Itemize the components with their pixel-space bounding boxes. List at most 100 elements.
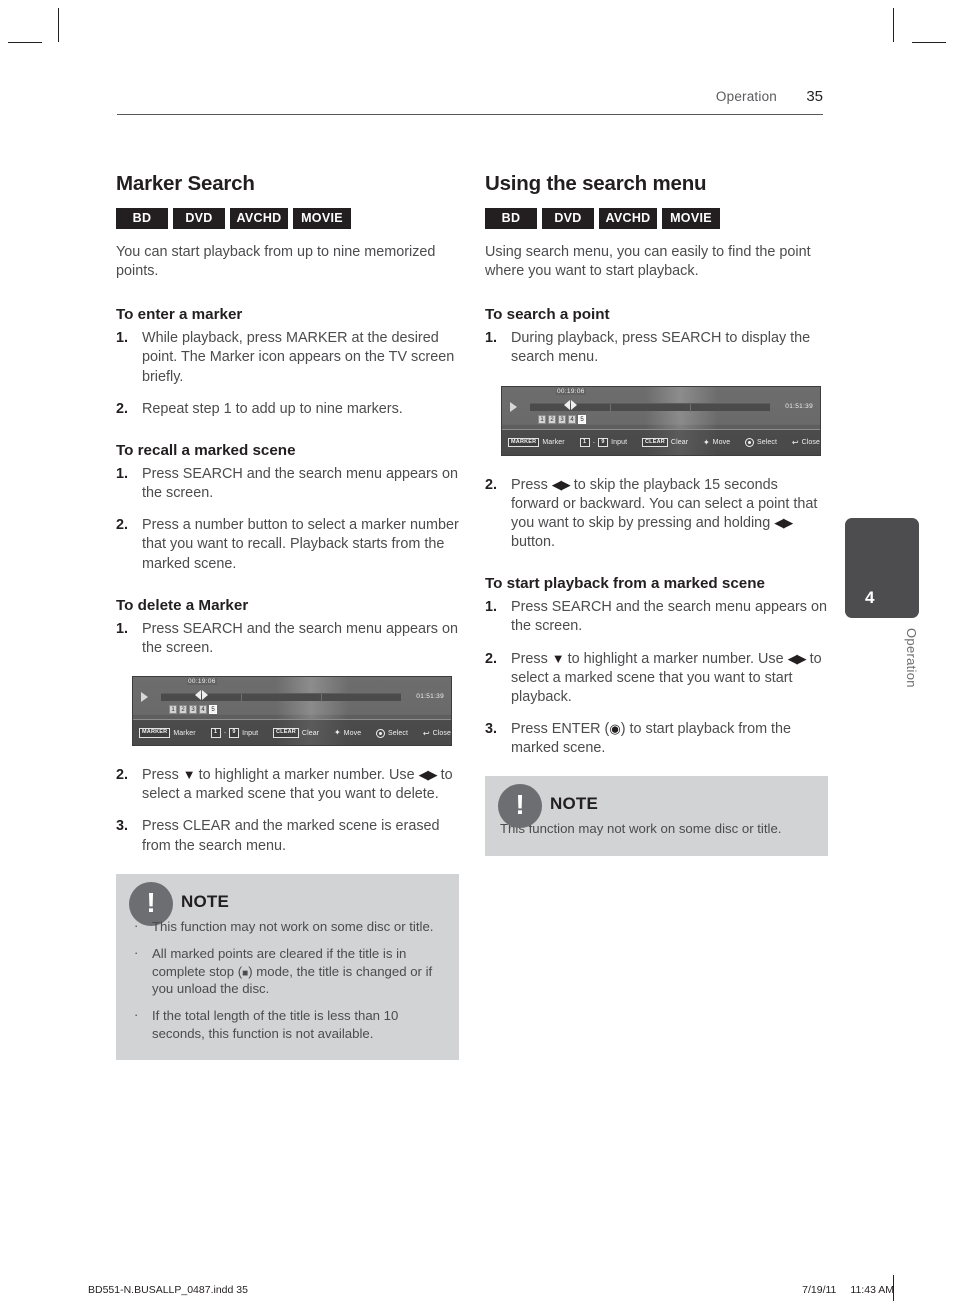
- search-menu-osd-figure-left: 00:19:06 01:51:39 1 2 3 4 5 MARKER Marke…: [132, 676, 452, 747]
- badge-bd: BD: [116, 208, 168, 229]
- badge-movie: MOVIE: [662, 208, 720, 229]
- osd-legend-label: Input: [611, 439, 628, 447]
- osd-legend-input[interactable]: 1 - 9 Input: [579, 437, 628, 448]
- key-badge-number-from: 1: [210, 728, 221, 738]
- list-item: 3. Press ENTER (◉) to start playback fro…: [485, 720, 828, 758]
- osd-legend-input[interactable]: 1 - 9 Input: [210, 728, 259, 738]
- osd-total-time: 01:51:39: [416, 693, 444, 701]
- step-text: During playback, press SEARCH to display…: [511, 330, 811, 366]
- chapter-label: Operation: [904, 628, 919, 688]
- osd-marker-2[interactable]: 2: [548, 414, 556, 424]
- osd-current-time: 00:19:06: [556, 387, 586, 395]
- steps-search-point-continued: 2. Press ◀▶ to skip the playback 15 seco…: [485, 476, 828, 553]
- note-text: This function may not work on some disc …: [152, 918, 434, 934]
- enter-circle-icon: [376, 728, 386, 738]
- osd-scrub-handle[interactable]: [564, 399, 577, 410]
- page-title-marker-search: Marker Search: [116, 172, 255, 195]
- osd-legend-label: Select: [388, 729, 409, 737]
- badge-avchd: AVCHD: [230, 208, 288, 229]
- intro-paragraph-right: Using search menu, you can easily to fin…: [485, 244, 811, 280]
- right-arrow-icon: [571, 399, 577, 410]
- osd-legend-clear[interactable]: CLEAR Clear: [272, 728, 320, 738]
- exclamation-glyph: !: [146, 886, 156, 918]
- note-title: NOTE: [181, 891, 230, 911]
- osd-legend-select[interactable]: Select: [376, 728, 409, 738]
- key-badge-marker: MARKER: [508, 437, 540, 448]
- osd-marker-3[interactable]: 3: [558, 414, 566, 424]
- steps-delete-marker: 1. Press SEARCH and the search menu appe…: [116, 620, 459, 658]
- osd-legend-close[interactable]: ↩ Close: [792, 438, 820, 447]
- osd-bar-tick: [321, 694, 322, 703]
- list-item: 1. While playback, press MARKER at the d…: [116, 329, 459, 386]
- osd-marker-2[interactable]: 2: [179, 705, 187, 715]
- osd-legend-move[interactable]: ✦ Move: [702, 437, 730, 447]
- osd-legend-bar: MARKER Marker 1 - 9 Input CLEAR Clear ✦ …: [502, 428, 820, 455]
- note-header: ! NOTE: [129, 881, 444, 926]
- crop-mark-top-right: [893, 8, 894, 42]
- osd-legend-marker[interactable]: MARKER Marker: [139, 728, 196, 738]
- osd-legend-label: Clear: [670, 439, 689, 447]
- list-item: 1. During playback, press SEARCH to disp…: [485, 329, 828, 367]
- key-badge-clear: CLEAR: [641, 437, 668, 448]
- enter-button-glyph: ◉: [609, 721, 621, 737]
- dpad-icon: ✦: [702, 437, 710, 447]
- osd-legend-clear[interactable]: CLEAR Clear: [641, 437, 689, 448]
- list-item: 2. Press a number button to select a mar…: [116, 516, 459, 573]
- footer-filename: BD551-N.BUSALLP_0487.indd 35: [88, 1284, 248, 1296]
- badge-dvd: DVD: [173, 208, 225, 229]
- down-arrow-glyph: ▼: [182, 767, 196, 783]
- list-item: 2. Press ▼ to highlight a marker number.…: [116, 766, 459, 804]
- osd-progress-area: 00:19:06 01:51:39 1 2 3 4 5: [133, 677, 451, 719]
- step-text: While playback, press MARKER at the desi…: [142, 330, 455, 385]
- osd-marker-4[interactable]: 4: [199, 705, 207, 715]
- step-number: 1.: [116, 330, 129, 347]
- key-badge-marker: MARKER: [139, 728, 171, 738]
- step-text-pre: Press ENTER (: [511, 721, 610, 738]
- note-box-right: ! NOTE This function may not work on som…: [485, 776, 828, 856]
- step-text: Press a number button to select a marker…: [142, 517, 459, 572]
- play-icon: [510, 401, 517, 412]
- key-badge-clear: CLEAR: [272, 728, 299, 738]
- osd-legend-label: Clear: [301, 729, 320, 737]
- format-badges-right: BD DVD AVCHD MOVIE: [485, 208, 828, 229]
- osd-marker-list: 1 2 3 4 5: [169, 705, 217, 715]
- osd-legend-move[interactable]: ✦ Move: [334, 729, 361, 737]
- search-menu-osd-figure-right: 00:19:06 01:51:39 1 2 3 4 5 MARKER Marke…: [501, 385, 821, 456]
- osd-marker-3[interactable]: 3: [189, 705, 197, 715]
- step-text: Press SEARCH and the search menu appears…: [511, 599, 827, 635]
- osd-legend-label: Input: [242, 729, 259, 737]
- osd-current-time: 00:19:06: [187, 678, 217, 686]
- osd-legend-bar: MARKER Marker 1 - 9 Input CLEAR Clear ✦ …: [133, 719, 451, 746]
- osd-scrub-handle[interactable]: [195, 690, 208, 701]
- bullet-icon: ·: [134, 1007, 139, 1023]
- osd-legend-marker[interactable]: MARKER Marker: [508, 437, 565, 448]
- osd-legend-close[interactable]: ↩ Close: [423, 729, 451, 738]
- osd-marker-5[interactable]: 5: [209, 705, 217, 715]
- step-text: Press SEARCH and the search menu appears…: [142, 465, 458, 502]
- badge-bd: BD: [485, 208, 537, 229]
- heading-to-recall-a-marked-scene: To recall a marked scene: [116, 441, 296, 459]
- key-badge-number-from: 1: [579, 437, 590, 448]
- crop-mark-top-left: [58, 8, 59, 42]
- step-text-pre: Press: [511, 476, 552, 493]
- footer: BD551-N.BUSALLP_0487.indd 35 7/19/11 11:…: [88, 1284, 894, 1296]
- osd-legend-select[interactable]: Select: [745, 438, 777, 448]
- osd-marker-1[interactable]: 1: [538, 414, 546, 424]
- osd-bar-tick: [241, 694, 242, 703]
- step-number: 1.: [116, 620, 129, 637]
- heading-to-delete-a-marker: To delete a Marker: [116, 596, 249, 614]
- osd-total-time: 01:51:39: [785, 402, 813, 410]
- key-badge-number-to: 9: [228, 728, 240, 738]
- step-number: 1.: [485, 599, 498, 616]
- osd-marker-1[interactable]: 1: [169, 705, 177, 715]
- osd-marker-4[interactable]: 4: [568, 414, 576, 424]
- step-text-post: button.: [511, 534, 556, 551]
- page-title-using-search-menu: Using the search menu: [485, 172, 707, 195]
- heading-to-start-playback-from-marked-scene: To start playback from a marked scene: [485, 575, 765, 593]
- step-text: Press SEARCH and the search menu appears…: [142, 620, 458, 656]
- page-number: 35: [806, 88, 823, 105]
- note-box-left: ! NOTE · This function may not work on s…: [116, 873, 459, 1061]
- note-text: This function may not work on some disc …: [500, 821, 782, 837]
- osd-marker-5[interactable]: 5: [578, 414, 586, 424]
- list-item: 2. Press ◀▶ to skip the playback 15 seco…: [485, 476, 828, 553]
